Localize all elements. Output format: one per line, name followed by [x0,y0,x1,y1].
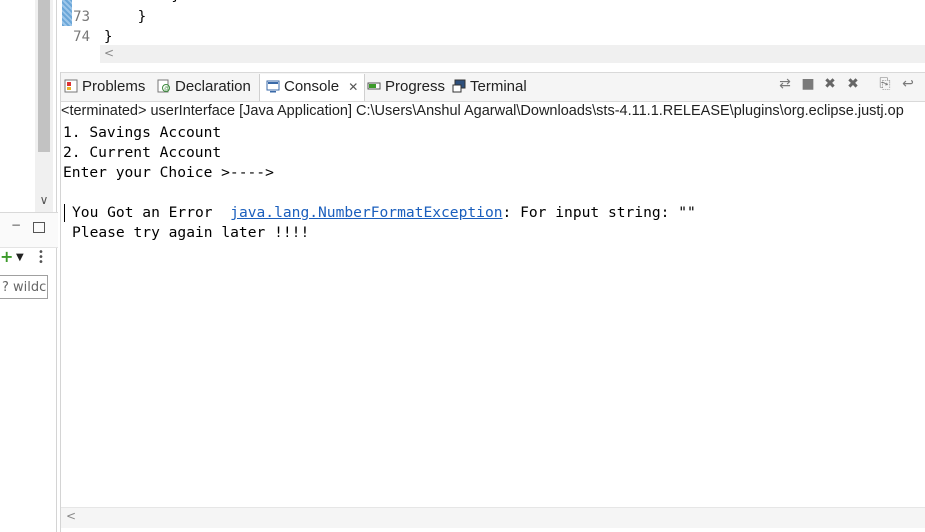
view-menu-icon[interactable]: • • • [37,248,45,268]
filter-input[interactable]: ? wildc [0,275,48,299]
error-suffix: : For input string: "" [502,204,696,221]
remove-terminated-icon[interactable]: ✖ [845,76,861,92]
terminal-icon [452,79,466,93]
output-line: Enter your Choice >----> [63,164,274,181]
code-line[interactable]: } [104,29,112,45]
divider [56,0,57,532]
line-number: 74 [73,29,90,45]
remove-launch-icon[interactable]: ⇄ [777,76,793,92]
scroll-down-arrow-icon[interactable]: ∨ [36,192,52,208]
terminate-icon[interactable]: ■ [800,76,816,92]
editor-horizontal-scrollbar[interactable] [100,45,925,63]
dropdown-arrow-icon[interactable]: ▼ [16,252,28,264]
tab-console[interactable]: Console ✕ [259,74,366,101]
tab-label: Progress [385,78,446,95]
tab-declaration[interactable]: @ Declaration [157,74,251,100]
console-icon [266,80,280,93]
console-status: <terminated> userInterface [Java Applica… [61,103,904,119]
progress-icon [367,82,381,90]
output-line: 2. Current Account [63,144,222,161]
line-number: 73 [73,9,90,25]
scroll-lock-icon[interactable]: ⎘ [877,76,893,92]
exception-link[interactable]: java.lang.NumberFormatException [230,204,502,221]
error-prefix: You Got an Error [72,204,231,221]
scroll-left-icon[interactable]: < [104,46,114,60]
console-horizontal-scrollbar[interactable] [61,507,925,528]
remove-all-icon[interactable]: ✖ [822,76,838,92]
tab-label: Declaration [175,78,251,95]
left-scroll-thumb[interactable] [38,0,50,152]
tab-problems[interactable]: Problems [64,74,145,100]
scroll-left-icon[interactable]: < [66,509,76,523]
output-line: Please try again later !!!! [72,224,310,241]
word-wrap-icon[interactable]: ↩ [900,76,916,92]
error-line: You Got an Error java.lang.NumberFormatE… [72,203,696,223]
code-line[interactable]: } [104,9,146,25]
maximize-icon[interactable] [33,222,45,233]
svg-text:@: @ [164,86,169,92]
tab-label: Problems [82,78,146,95]
close-tab-icon[interactable]: ✕ [348,80,358,94]
problems-icon [64,79,78,93]
tab-progress[interactable]: Progress [367,74,445,100]
output-line: 1. Savings Account [63,124,222,141]
tab-label: Terminal [470,78,527,95]
declaration-icon: @ [157,79,170,93]
tab-terminal[interactable]: Terminal [452,74,527,100]
tab-label: Console [284,78,340,95]
minimize-icon[interactable]: − [9,219,23,233]
add-icon[interactable]: + [0,249,13,265]
line-number: 72 [60,0,90,4]
text-caret [64,204,65,222]
code-line[interactable]: } [104,0,179,4]
